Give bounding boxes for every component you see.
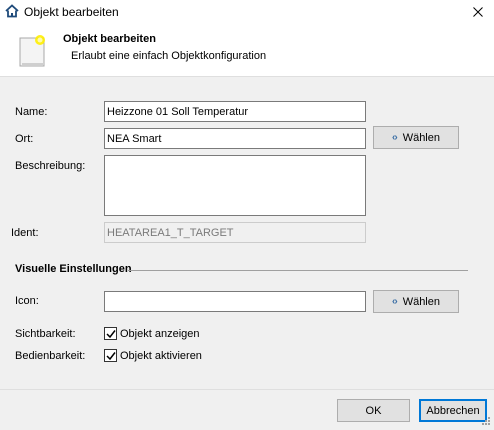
checkmark-icon [106,330,116,339]
operability-checkbox-row[interactable]: Objekt aktivieren [104,349,202,362]
ok-button[interactable]: OK [337,399,410,422]
checkmark-icon [106,352,116,361]
header-subtitle: Erlaubt eine einfach Objektkonfiguration [71,50,267,62]
name-label: Name: [15,106,48,118]
ort-select-button[interactable]: ‹› Wählen [373,126,459,149]
ort-input[interactable] [104,128,366,149]
ort-select-label: Wählen [402,131,440,144]
dialog-header: Objekt bearbeiten Erlaubt eine einfach O… [0,24,494,77]
close-icon [473,7,483,17]
resize-grip-icon[interactable] [481,416,491,426]
section-title-visual: Visuelle Einstellungen [15,263,132,275]
icon-select-label: Wählen [402,295,440,308]
icon-label: Icon: [15,295,39,307]
visibility-checkbox[interactable] [104,327,117,340]
window-title: Objekt bearbeiten [24,5,119,19]
icon-input[interactable] [104,291,366,312]
ort-label: Ort: [15,133,34,145]
visibility-checkbox-label: Objekt anzeigen [120,327,200,340]
code-icon: ‹› [392,132,398,143]
cancel-button[interactable]: Abbrechen [419,399,487,422]
visibility-label: Sichtbarkeit: [15,328,76,340]
header-title: Objekt bearbeiten [63,33,156,45]
operability-checkbox[interactable] [104,349,117,362]
operability-label: Bedienbarkeit: [15,350,86,362]
name-input[interactable] [104,101,366,122]
close-button[interactable] [462,0,494,24]
cancel-button-label: Abbrechen [426,404,480,417]
visibility-checkbox-row[interactable]: Objekt anzeigen [104,327,200,340]
section-divider [128,270,468,271]
ident-label: Ident: [11,227,39,239]
icon-select-button[interactable]: ‹› Wählen [373,290,459,313]
ident-input [104,222,366,243]
beschreibung-label: Beschreibung: [15,160,86,172]
home-icon [5,4,19,18]
ok-button-label: OK [365,404,382,417]
code-icon: ‹› [392,296,398,307]
title-bar: Objekt bearbeiten [0,0,494,24]
object-document-icon [18,34,46,67]
beschreibung-textarea[interactable] [104,155,366,216]
operability-checkbox-label: Objekt aktivieren [120,349,202,362]
